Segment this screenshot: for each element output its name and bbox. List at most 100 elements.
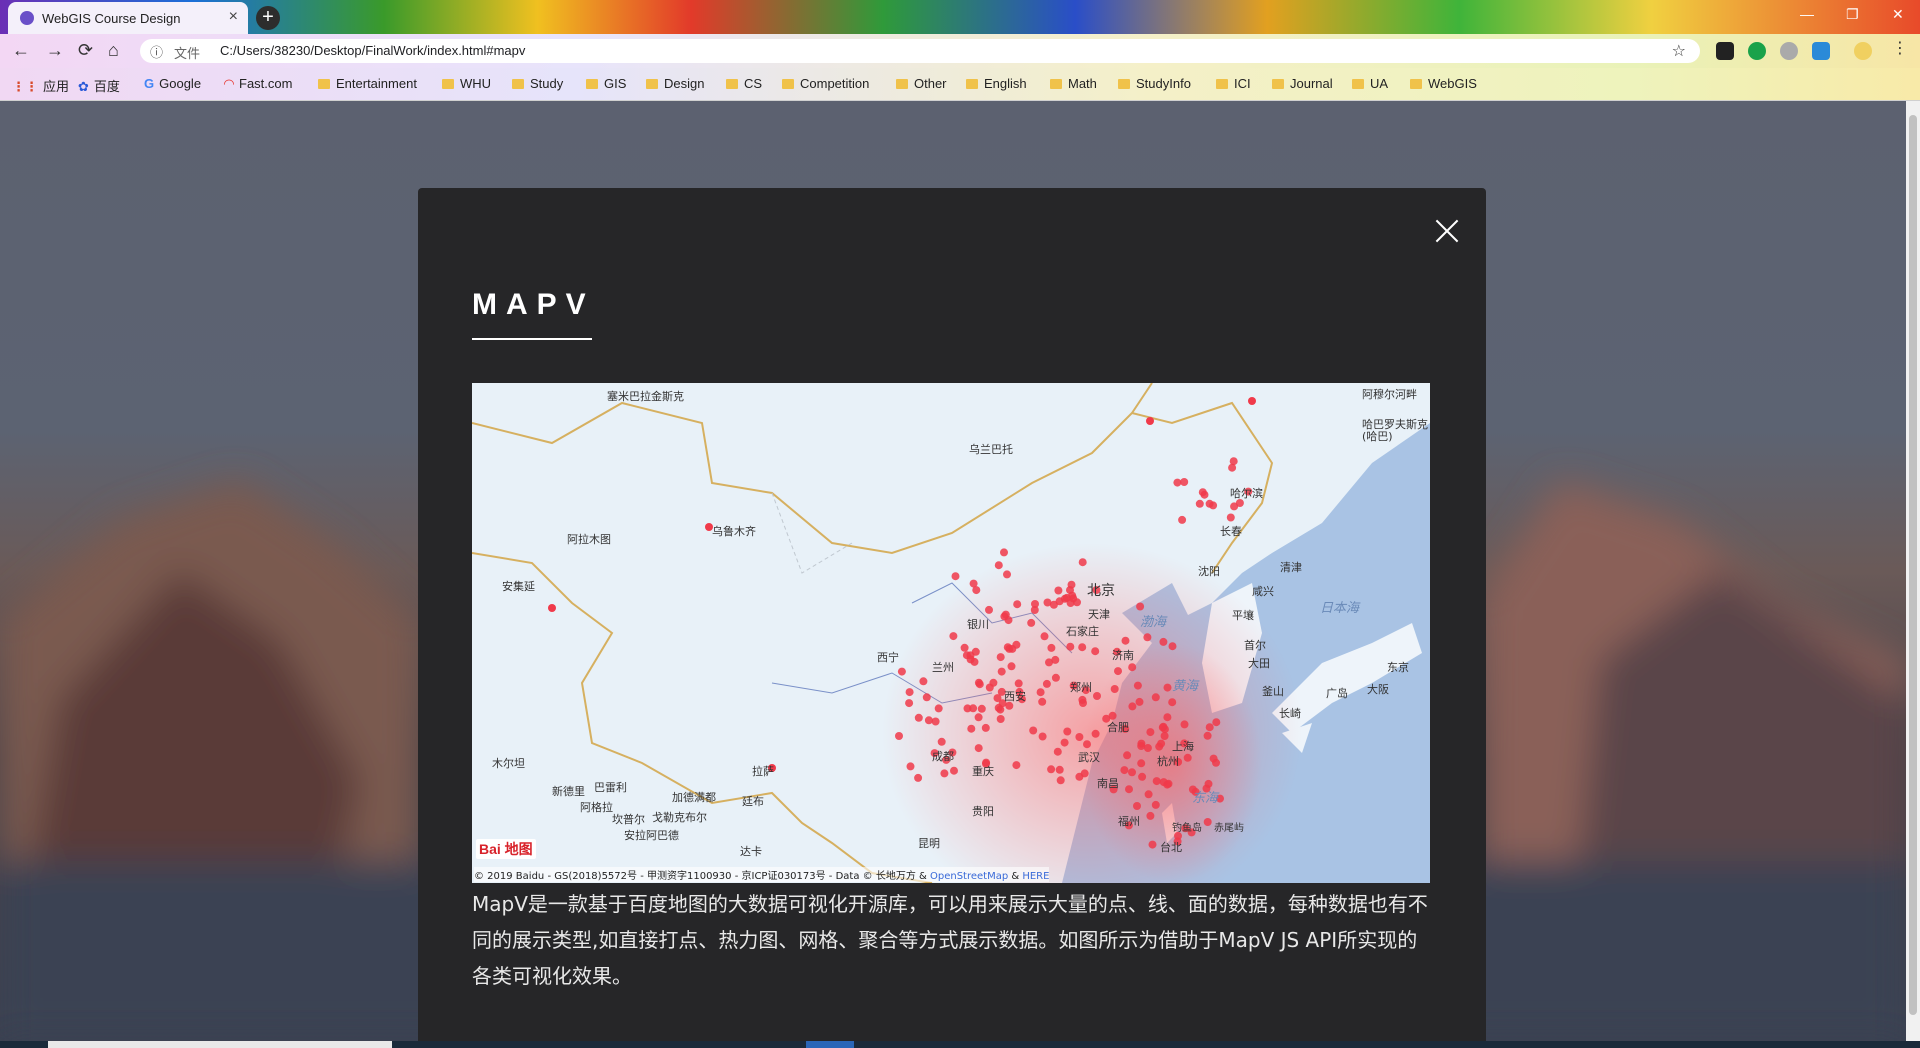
- city-label: 平壤: [1232, 609, 1254, 622]
- here-link[interactable]: HERE: [1022, 871, 1049, 882]
- bookmark-cs[interactable]: CS: [726, 76, 762, 91]
- city-label: 钓鱼岛: [1172, 823, 1202, 834]
- extension-icon-1[interactable]: [1716, 42, 1734, 60]
- menu-dots-icon[interactable]: ⋮: [1892, 38, 1910, 57]
- window-close-icon[interactable]: ✕: [1892, 6, 1904, 23]
- data-point: [1248, 397, 1256, 405]
- data-point: [548, 604, 556, 612]
- bookmark-star-icon[interactable]: ☆: [1672, 41, 1686, 61]
- city-label: 安拉阿巴德: [624, 829, 679, 842]
- scrollbar-thumb[interactable]: [1909, 115, 1917, 1015]
- bookmarks-bar: ⋮⋮ 应用 ✿ 百度 G Google ◠ Fast.com Entertainment…: [0, 68, 1920, 101]
- modal-description: MapV是一款基于百度地图的大数据可视化开源库，可以用来展示大量的点、线、面的数…: [472, 892, 1428, 988]
- address-bar[interactable]: ⓘ 文件 C:/Users/38230/Desktop/FinalWork/in…: [140, 39, 1700, 63]
- data-point: [993, 694, 1002, 703]
- data-point: [1047, 643, 1056, 652]
- city-label: 哈尔滨: [1230, 487, 1263, 500]
- data-point: [1163, 713, 1172, 722]
- data-point: [1114, 667, 1122, 676]
- minimize-icon[interactable]: —: [1800, 6, 1814, 22]
- bookmark-studyinfo[interactable]: StudyInfo: [1118, 76, 1191, 91]
- apps-grid-icon: ⋮⋮: [12, 79, 38, 94]
- home-icon[interactable]: ⌂: [108, 40, 119, 61]
- bookmark-fast[interactable]: ◠ Fast.com: [224, 76, 292, 92]
- profile-avatar-icon[interactable]: [1854, 42, 1872, 60]
- data-point: [1151, 693, 1160, 702]
- data-point: [1160, 732, 1169, 740]
- evernote-icon[interactable]: [1748, 42, 1766, 60]
- data-point: [1053, 747, 1062, 756]
- bookmark-ici[interactable]: ICI: [1216, 76, 1251, 91]
- new-tab-button[interactable]: +: [256, 6, 280, 30]
- bookmark-english[interactable]: English: [966, 76, 1027, 91]
- url-text[interactable]: C:/Users/38230/Desktop/FinalWork/index.h…: [220, 43, 525, 58]
- reload-icon[interactable]: ⟳: [78, 40, 93, 61]
- data-point: [1055, 597, 1064, 606]
- tab-close-icon[interactable]: ×: [229, 8, 238, 26]
- mapv-modal: MAPV 塞米巴拉金斯克 乌兰巴托 乌鲁木齐 阿拉木图 安集延 哈尔滨 长春 沈…: [418, 188, 1486, 1048]
- data-point: [1168, 698, 1177, 707]
- city-label: 天津: [1088, 608, 1110, 621]
- baidu-map-logo[interactable]: Bai 地图: [476, 839, 536, 859]
- bookmark-ua[interactable]: UA: [1352, 76, 1388, 91]
- data-point: [1159, 637, 1168, 646]
- data-point: [1007, 662, 1016, 671]
- bookmark-baidu[interactable]: ✿ 百度: [78, 76, 120, 95]
- data-point: [1060, 738, 1069, 747]
- data-point: [1143, 633, 1152, 642]
- data-point: [1000, 548, 1008, 557]
- data-point: [1178, 515, 1187, 524]
- data-point: [1163, 683, 1172, 692]
- page-scrollbar[interactable]: [1906, 101, 1920, 1041]
- data-point: [1075, 733, 1084, 741]
- data-point: [1157, 739, 1166, 748]
- site-info-icon[interactable]: ⓘ: [150, 42, 163, 61]
- bookmark-webgis[interactable]: WebGIS: [1410, 76, 1477, 91]
- browser-tab[interactable]: WebGIS Course Design ×: [8, 2, 248, 34]
- heatmap-layer: [548, 397, 1302, 883]
- forward-icon[interactable]: →: [46, 40, 64, 61]
- data-point: [950, 766, 958, 775]
- bookmark-study[interactable]: Study: [512, 76, 563, 91]
- close-icon[interactable]: [1434, 218, 1460, 244]
- bookmark-competition[interactable]: Competition: [782, 76, 869, 91]
- translate-icon[interactable]: [1812, 42, 1830, 60]
- bookmark-apps[interactable]: ⋮⋮ 应用: [12, 76, 69, 95]
- back-icon[interactable]: ←: [12, 40, 30, 61]
- bookmark-google[interactable]: G Google: [144, 76, 201, 91]
- maximize-icon[interactable]: ❐: [1846, 6, 1859, 23]
- city-label: 巴雷利: [594, 781, 627, 794]
- osm-link[interactable]: OpenStreetMap: [930, 871, 1008, 882]
- bookmark-entertainment[interactable]: Entertainment: [318, 76, 417, 91]
- data-point: [1200, 490, 1209, 499]
- taskbar-app[interactable]: [806, 1041, 854, 1048]
- data-point: [934, 704, 943, 713]
- city-label: 福州: [1118, 815, 1140, 828]
- city-label: 大田: [1248, 657, 1270, 670]
- data-point: [951, 572, 960, 581]
- bookmark-gis[interactable]: GIS: [586, 76, 626, 91]
- bookmark-math[interactable]: Math: [1050, 76, 1097, 91]
- data-point: [1063, 727, 1072, 736]
- data-point: [1047, 765, 1056, 774]
- data-point: [1133, 681, 1142, 690]
- data-point: [1038, 732, 1047, 741]
- city-label: 长崎: [1279, 707, 1301, 720]
- data-point: [1012, 761, 1021, 770]
- folder-icon: [646, 79, 658, 89]
- bookmark-other[interactable]: Other: [896, 76, 947, 91]
- data-point: [977, 704, 986, 713]
- data-point: [1029, 726, 1038, 735]
- extension-icon-3[interactable]: [1780, 42, 1798, 60]
- bookmark-design[interactable]: Design: [646, 76, 704, 91]
- data-point: [924, 716, 933, 725]
- bookmark-whu[interactable]: WHU: [442, 76, 491, 91]
- folder-icon: [1118, 79, 1130, 89]
- data-point: [1121, 636, 1130, 645]
- folder-icon: [512, 79, 524, 89]
- city-label: 坎普尔: [612, 813, 645, 826]
- bookmark-journal[interactable]: Journal: [1272, 76, 1333, 91]
- taskbar-active-app[interactable]: [48, 1041, 392, 1048]
- data-point: [960, 643, 969, 652]
- data-point: [1120, 766, 1129, 775]
